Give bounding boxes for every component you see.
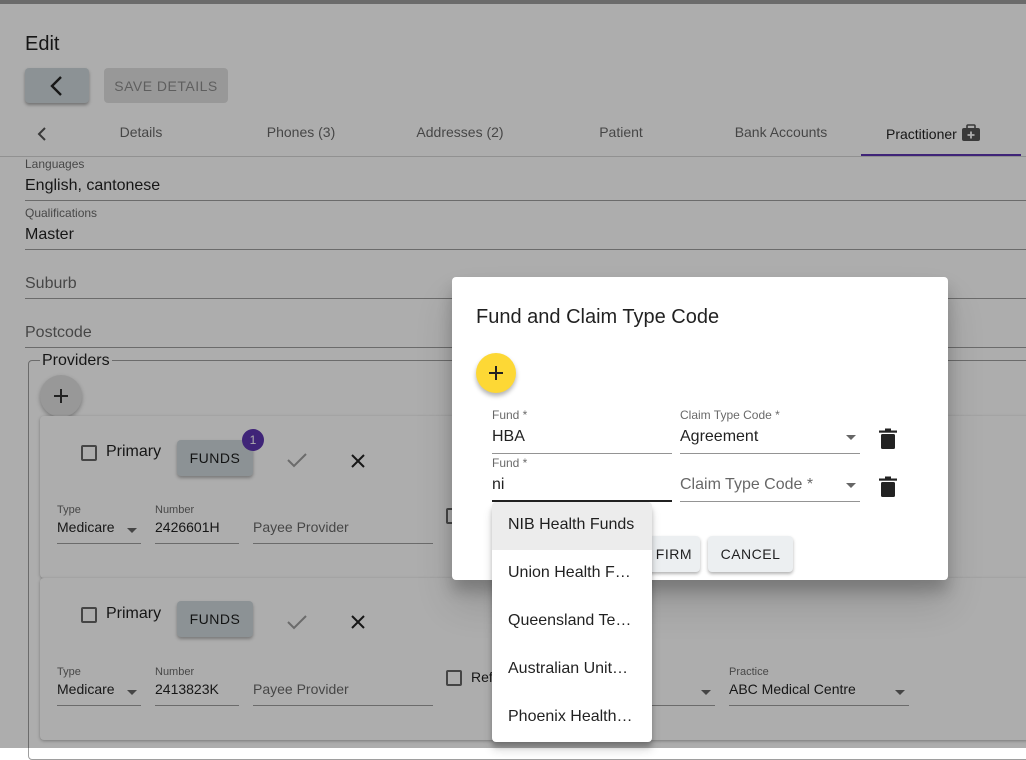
dropdown-caret-icon: [846, 435, 856, 440]
delete-icon[interactable]: [878, 476, 898, 498]
dropdown-caret-icon: [846, 483, 856, 488]
claim-type-select[interactable]: Claim Type Code *: [680, 456, 860, 502]
cancel-button[interactable]: CANCEL: [708, 536, 793, 572]
claim-type-value: Agreement: [680, 428, 759, 445]
dialog-title: Fund and Claim Type Code: [476, 306, 720, 328]
fund-value: HBA: [492, 428, 525, 445]
fund-label: Fund *: [492, 456, 528, 470]
fund-field[interactable]: Fund * HBA: [492, 408, 672, 454]
claim-type-placeholder: Claim Type Code *: [680, 476, 814, 493]
autocomplete-option[interactable]: NIB Health Funds: [492, 502, 652, 550]
fund-field[interactable]: Fund * ni: [492, 456, 672, 502]
fund-autocomplete-menu: NIB Health Funds Union Health Funds Quee…: [492, 502, 652, 742]
add-fund-row-button[interactable]: [476, 353, 516, 393]
fund-value: ni: [492, 476, 505, 493]
autocomplete-option[interactable]: Australian Unity Health: [492, 646, 652, 694]
plus-icon: [489, 366, 503, 380]
autocomplete-option[interactable]: Queensland Teachers: [492, 598, 652, 646]
autocomplete-option[interactable]: Union Health Funds: [492, 550, 652, 598]
delete-icon[interactable]: [878, 428, 898, 450]
autocomplete-option[interactable]: Phoenix Health Fund: [492, 694, 652, 742]
claim-type-label: Claim Type Code *: [680, 408, 780, 422]
fund-label: Fund *: [492, 408, 528, 422]
claim-type-select[interactable]: Claim Type Code * Agreement: [680, 408, 860, 454]
